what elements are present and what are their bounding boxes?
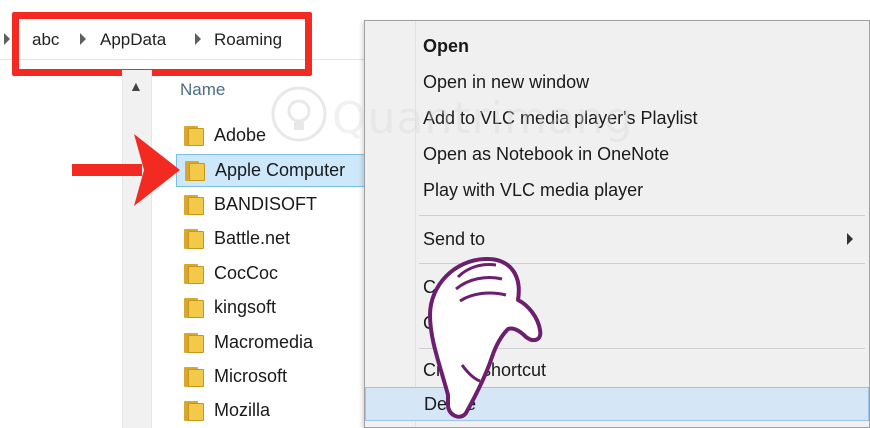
folder-icon	[184, 228, 204, 249]
file-row-kingsoft[interactable]: kingsoft	[176, 291, 366, 324]
menu-item-open[interactable]: Open	[365, 29, 869, 63]
folder-icon	[184, 297, 204, 318]
file-row-bandisoft[interactable]: BANDISOFT	[176, 188, 366, 221]
chevron-right-icon[interactable]	[4, 33, 10, 45]
file-label: Microsoft	[214, 366, 288, 386]
file-row-coccoc[interactable]: CocCoc	[176, 257, 366, 290]
file-label: Macromedia	[214, 332, 314, 352]
folder-icon	[184, 400, 204, 421]
menu-separator	[419, 215, 865, 216]
watermark-logo: Quantrimang	[270, 85, 633, 155]
folder-icon	[184, 366, 204, 387]
breadcrumb-highlight-annotation	[12, 12, 312, 76]
file-row-microsoft[interactable]: Microsoft	[176, 360, 366, 393]
folder-icon	[185, 160, 205, 181]
scroll-up-icon[interactable]: ▲	[129, 78, 143, 94]
red-arrow-annotation-icon	[72, 134, 180, 206]
column-header-name[interactable]: Name	[180, 80, 225, 100]
file-label: CocCoc	[214, 263, 279, 283]
watermark-text: Quantrimang	[332, 93, 634, 144]
nav-scrollbar[interactable]: ▲	[122, 70, 152, 428]
file-label: Mozilla	[214, 400, 271, 420]
file-label: BANDISOFT	[214, 194, 318, 214]
lightbulb-icon	[271, 86, 327, 142]
file-label: Apple Computer	[215, 160, 346, 180]
file-row-apple-computer[interactable]: Apple Computer	[176, 154, 366, 187]
folder-icon	[184, 332, 204, 353]
folder-icon	[184, 263, 204, 284]
file-label: kingsoft	[214, 297, 277, 317]
file-label: Battle.net	[214, 228, 291, 248]
file-row-macromedia[interactable]: Macromedia	[176, 326, 366, 359]
submenu-arrow-icon	[847, 233, 853, 245]
menu-item-play-vlc[interactable]: Play with VLC media player	[365, 173, 869, 207]
folder-icon	[184, 194, 204, 215]
file-row-battle-net[interactable]: Battle.net	[176, 222, 366, 255]
file-row-mozilla[interactable]: Mozilla	[176, 394, 366, 427]
file-label: Adobe	[214, 125, 267, 145]
folder-icon	[184, 125, 204, 146]
pointing-hand-icon	[428, 256, 543, 419]
